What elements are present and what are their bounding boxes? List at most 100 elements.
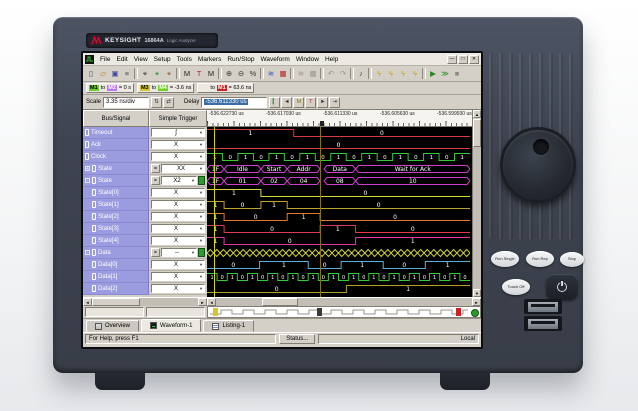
vertical-scroll-thumb[interactable] xyxy=(473,119,481,147)
delay-marker-button[interactable]: M xyxy=(293,97,304,108)
trigger-value-dropdown[interactable]: X▼ xyxy=(151,224,205,233)
signal-name-cell-data-0[interactable]: Data[0] xyxy=(83,259,149,271)
undo-icon[interactable]: ↶ xyxy=(325,68,337,80)
close-button[interactable]: ✕ xyxy=(469,55,479,64)
overview-timeline[interactable] xyxy=(207,306,481,318)
tab-overview[interactable]: Overview xyxy=(86,320,139,332)
menu-markers[interactable]: Markers xyxy=(195,56,224,63)
signal-name-cell-ack[interactable]: Ack xyxy=(83,139,149,151)
run-fast-2-icon[interactable]: ϟ xyxy=(385,68,397,80)
power-button[interactable] xyxy=(546,274,578,300)
trigger-value-dropdown[interactable]: X▼ xyxy=(151,140,205,149)
signal-name-cell-state[interactable]: -State xyxy=(83,175,149,187)
delay-end-button[interactable]: ⇥ xyxy=(329,97,340,108)
trigger-assign-icon[interactable] xyxy=(198,176,205,185)
overview-delay-marker[interactable] xyxy=(317,308,322,316)
sound-icon[interactable]: ♪ xyxy=(355,68,367,80)
menu-view[interactable]: View xyxy=(131,56,151,63)
menu-setup[interactable]: Setup xyxy=(151,56,174,63)
goto-marker-m1-icon[interactable]: M xyxy=(181,68,193,80)
delay-begin-button[interactable]: ▎ xyxy=(269,97,280,108)
scroll-up-arrow[interactable]: ▲ xyxy=(473,110,481,118)
status-button[interactable]: Status... xyxy=(279,334,315,344)
tab-listing-1[interactable]: Listing-1 xyxy=(203,320,254,332)
restore-button[interactable]: □ xyxy=(458,55,468,64)
expand-icon[interactable]: + xyxy=(85,166,90,171)
menu-window[interactable]: Window xyxy=(293,56,322,63)
trigger-value-dropdown[interactable]: X▼ xyxy=(151,272,205,281)
panel-horizontal-scrollbar[interactable]: ◄► xyxy=(83,298,207,306)
signal-name-cell-clock[interactable]: Clock xyxy=(83,151,149,163)
overview-end-marker[interactable] xyxy=(456,308,461,316)
signal-name-cell-state-2[interactable]: State[2] xyxy=(83,211,149,223)
menu-help[interactable]: Help xyxy=(322,56,341,63)
delay-input[interactable]: -536.611330 us xyxy=(201,97,267,108)
trigger-value-dropdown[interactable]: X▼ xyxy=(151,284,205,293)
trigger-value-dropdown[interactable]: --▼ xyxy=(161,248,197,257)
redo-icon[interactable]: ↷ xyxy=(337,68,349,80)
waveform-plot-area[interactable]: -536.622730 us-536.617030 us-536.611330 … xyxy=(207,110,472,297)
trigger-operator-button[interactable]: = xyxy=(151,176,160,185)
trigger-value-dropdown[interactable]: X2▼ xyxy=(161,176,197,185)
trigger-value-dropdown[interactable]: X▼ xyxy=(151,188,205,197)
trigger-value-dropdown[interactable]: X▼ xyxy=(151,200,205,209)
stop-icon[interactable]: ■ xyxy=(451,68,463,80)
save-icon[interactable]: ▣ xyxy=(109,68,121,80)
run-rep-button[interactable]: Run Rep xyxy=(526,251,554,267)
waveform-horizontal-scrollbar[interactable]: ◄► xyxy=(207,298,481,306)
delay-reference-line[interactable] xyxy=(320,127,321,297)
menu-waveform[interactable]: Waveform xyxy=(257,56,292,63)
scale-full-button[interactable]: ⇄ xyxy=(163,97,174,108)
rotary-knob[interactable] xyxy=(500,127,576,203)
bus-signal-column-header[interactable]: Bus/Signal xyxy=(83,110,149,127)
scale-input[interactable]: 3.35 ns/div xyxy=(103,97,149,108)
find-icon[interactable]: ⌖ xyxy=(139,68,151,80)
run-fast-4-icon[interactable]: ϟ xyxy=(409,68,421,80)
open-file-icon[interactable]: ▱ xyxy=(97,68,109,80)
trigger-assign-icon[interactable] xyxy=(198,248,205,257)
menu-file[interactable]: File xyxy=(97,56,113,63)
signal-name-cell-state-1[interactable]: State[1] xyxy=(83,199,149,211)
signal-name-cell-data[interactable]: -Data xyxy=(83,247,149,259)
trigger-value-dropdown[interactable]: X▼ xyxy=(151,260,205,269)
trigger-value-dropdown[interactable]: X▼ xyxy=(151,212,205,221)
run-fast-3-icon[interactable]: ϟ xyxy=(397,68,409,80)
run-single-button[interactable]: Run Single xyxy=(491,251,519,267)
delay-next-edge-button[interactable]: ► xyxy=(317,97,328,108)
signal-name-cell-state-4[interactable]: State[4] xyxy=(83,235,149,247)
new-file-icon[interactable]: ▯ xyxy=(85,68,97,80)
delay-prev-edge-button[interactable]: ◄ xyxy=(281,97,292,108)
list-disabled-icon[interactable]: ≋ xyxy=(295,68,307,80)
menu-run-stop[interactable]: Run/Stop xyxy=(224,56,257,63)
trigger-value-dropdown[interactable]: X▼ xyxy=(151,236,205,245)
print-icon[interactable]: ≡ xyxy=(121,68,133,80)
run-repetitive-icon[interactable]: ≫ xyxy=(439,68,451,80)
zoom-scale-icon[interactable]: % xyxy=(247,68,259,80)
overview-begin-marker[interactable] xyxy=(213,308,218,316)
waveform-rows[interactable]: 100101010101010101011FIdleStartAddrDataW… xyxy=(207,127,472,297)
goto-trigger-icon[interactable]: T xyxy=(193,68,205,80)
stop-button[interactable]: Stop xyxy=(560,252,584,267)
find-forward-icon[interactable]: ⌖ xyxy=(151,68,163,80)
zoom-in-icon[interactable]: ⊕ xyxy=(223,68,235,80)
signal-name-cell-state-3[interactable]: State[3] xyxy=(83,223,149,235)
collapse-icon[interactable]: - xyxy=(85,178,90,183)
zoom-out-icon[interactable]: ⊖ xyxy=(235,68,247,80)
trigger-value-dropdown[interactable]: X▼ xyxy=(151,152,205,161)
signal-name-cell-data-2[interactable]: Data[2] xyxy=(83,283,149,295)
grid-disabled-icon[interactable]: ▦ xyxy=(307,68,319,80)
signal-name-cell-state[interactable]: +State xyxy=(83,163,149,175)
menu-tools[interactable]: Tools xyxy=(174,56,195,63)
signal-name-cell-timeout[interactable]: Timeout xyxy=(83,127,149,139)
trigger-value-dropdown[interactable]: ʃ▼ xyxy=(151,128,205,137)
menu-edit[interactable]: Edit xyxy=(113,56,130,63)
run-fast-1-icon[interactable]: ϟ xyxy=(373,68,385,80)
tab-waveform-1[interactable]: Waveform-1 xyxy=(141,319,201,332)
bus-signal-setup-icon[interactable]: ≋ xyxy=(265,68,277,80)
vertical-scrollbar[interactable]: ▲ ▼ xyxy=(472,110,481,297)
trigger-value-dropdown[interactable]: XX▼ xyxy=(161,164,205,173)
find-backward-icon[interactable]: ⌖ xyxy=(163,68,175,80)
touch-off-button[interactable]: Touch Off xyxy=(502,279,530,295)
marker-m3-line[interactable] xyxy=(214,127,215,297)
simple-trigger-column-header[interactable]: Simple Trigger xyxy=(149,110,207,127)
